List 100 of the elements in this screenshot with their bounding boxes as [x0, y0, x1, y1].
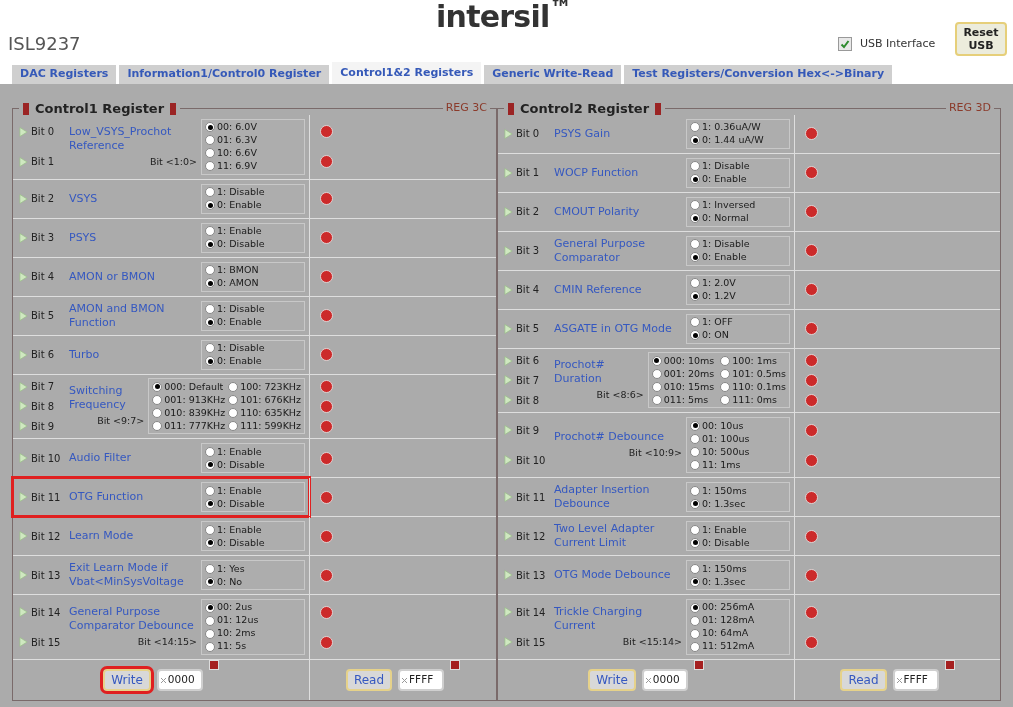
option-label: 100: 723KHz [240, 379, 301, 394]
radio-button[interactable] [205, 226, 215, 237]
radio-button[interactable] [205, 265, 215, 276]
radio-button[interactable] [720, 369, 731, 379]
radio-button[interactable] [690, 135, 700, 146]
radio-button[interactable] [720, 382, 731, 392]
radio-button[interactable] [690, 174, 700, 185]
tab[interactable]: DAC Registers [12, 65, 117, 84]
radio-button[interactable] [690, 330, 700, 341]
tab[interactable]: Test Registers/Conversion Hex<->Binary [624, 65, 893, 84]
radio-button[interactable] [205, 278, 215, 289]
radio-button[interactable] [152, 382, 163, 392]
field-name: Low_VSYS_Prochot Reference [69, 124, 173, 153]
radio-button[interactable] [205, 537, 215, 548]
radio-button[interactable] [205, 615, 215, 626]
radio-button[interactable] [205, 187, 215, 198]
write-button[interactable]: Write [588, 669, 636, 692]
radio-button[interactable] [205, 122, 215, 133]
radio-button[interactable] [690, 420, 700, 431]
radio-button[interactable] [690, 615, 700, 626]
option-label: 1: Enable [217, 483, 262, 498]
radio-button[interactable] [651, 369, 662, 379]
option-label: 1: Enable [217, 522, 262, 537]
option-label: 10: 6.6V [217, 146, 257, 161]
radio-button[interactable] [205, 161, 215, 172]
radio-button[interactable] [690, 446, 700, 457]
read-button[interactable]: Read [345, 669, 393, 692]
radio-button[interactable] [205, 498, 215, 509]
radio-button[interactable] [205, 446, 215, 457]
radio-button[interactable] [690, 602, 700, 613]
triangle-icon [19, 155, 28, 168]
read-button[interactable]: Read [840, 669, 887, 692]
triangle-icon [19, 530, 28, 543]
radio-button[interactable] [690, 576, 700, 587]
radio-button[interactable] [205, 239, 215, 250]
radio-button[interactable] [228, 395, 239, 405]
radio-button[interactable] [228, 421, 239, 431]
radio-button[interactable] [690, 122, 700, 133]
checkbox[interactable] [838, 37, 852, 52]
radio-button[interactable] [690, 161, 700, 172]
input-field[interactable]: FFFF [398, 669, 445, 692]
radio-button[interactable] [205, 459, 215, 470]
radio-button[interactable] [690, 537, 700, 548]
radio-button[interactable] [205, 576, 215, 587]
bit-range: Bit <14:15> [137, 634, 197, 649]
radio-button[interactable] [720, 395, 731, 405]
radio-button[interactable] [152, 395, 163, 405]
radio-button[interactable] [651, 356, 662, 366]
radio-button[interactable] [228, 408, 239, 418]
led-icon [805, 127, 818, 141]
radio-button[interactable] [651, 395, 662, 405]
tab[interactable]: Generic Write-Read [484, 65, 622, 84]
write-button[interactable]: Write [103, 669, 151, 692]
radio-button[interactable] [690, 213, 700, 224]
tab[interactable]: Information1/Control0 Register [119, 65, 330, 84]
led-icon [805, 166, 818, 180]
radio-button[interactable] [690, 239, 700, 250]
radio-button[interactable] [205, 641, 215, 652]
radio-button[interactable] [690, 498, 700, 509]
radio-button[interactable] [720, 356, 731, 366]
radio-button[interactable] [690, 252, 700, 263]
radio-button[interactable] [690, 291, 700, 302]
radio-button[interactable] [205, 343, 215, 354]
radio-button[interactable] [651, 382, 662, 392]
triangle-icon [504, 283, 513, 296]
radio-button[interactable] [690, 433, 700, 444]
radio-button[interactable] [205, 563, 215, 574]
input-field[interactable]: 0000 [641, 669, 688, 692]
bit-label: Bit 2 [31, 192, 55, 207]
radio-button[interactable] [205, 356, 215, 367]
field-name: Exit Learn Mode if Vbat<MinSysVoltage [69, 561, 185, 590]
radio-button[interactable] [690, 628, 700, 639]
radio-button[interactable] [690, 459, 700, 470]
radio-button[interactable] [205, 135, 215, 146]
input-field[interactable]: 0000 [156, 669, 203, 692]
tab[interactable]: Control1&2 Registers [332, 62, 482, 84]
input-field[interactable]: FFFF [892, 669, 939, 692]
reset-button[interactable]: Reset USB [955, 22, 1007, 56]
radio-button[interactable] [205, 304, 215, 315]
radio-button[interactable] [690, 524, 700, 535]
radio-button[interactable] [205, 628, 215, 639]
radio-button[interactable] [152, 421, 163, 431]
radio-button[interactable] [205, 485, 215, 496]
radio-button[interactable] [690, 641, 700, 652]
radio-button[interactable] [152, 408, 163, 418]
radio-button[interactable] [690, 563, 700, 574]
option-label: 1: Disable [702, 237, 750, 252]
radio-button[interactable] [690, 278, 700, 289]
option-label: 0: 1.2V [702, 289, 736, 303]
radio-button[interactable] [690, 317, 700, 328]
radio-button[interactable] [205, 200, 215, 211]
radio-button[interactable] [205, 602, 215, 613]
radio-button[interactable] [205, 317, 215, 328]
option-label: 0: Normal [702, 211, 749, 226]
radio-button[interactable] [228, 382, 239, 392]
radio-button[interactable] [690, 485, 700, 496]
triangle-icon [19, 452, 28, 465]
radio-button[interactable] [205, 524, 215, 535]
radio-button[interactable] [205, 148, 215, 159]
radio-button[interactable] [690, 200, 700, 211]
